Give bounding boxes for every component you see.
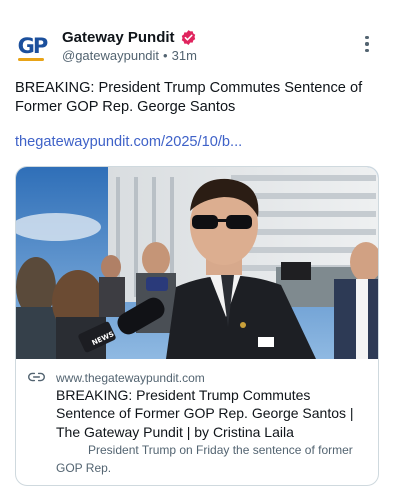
verified-badge-icon — [181, 30, 195, 45]
press-scene-image: NEWS — [16, 167, 378, 359]
card-info[interactable]: www.thegatewaypundit.com BREAKING: Presi… — [16, 359, 378, 485]
link-preview-card[interactable]: NEWS www.thegatewaypundit.com BREAKING: … — [15, 166, 379, 486]
avatar[interactable]: GP — [14, 28, 50, 64]
card-description-text: President Trump on Friday the sentence o… — [56, 443, 353, 475]
separator-dot: • — [163, 48, 168, 63]
link-icon — [28, 372, 45, 382]
more-vertical-icon[interactable] — [359, 34, 375, 54]
timestamp[interactable]: 31m — [172, 48, 197, 63]
post-text: BREAKING: President Trump Commutes Sente… — [15, 80, 363, 115]
display-name[interactable]: Gateway Pundit — [62, 29, 175, 46]
post[interactable]: GP Gateway Pundit @gatewaypundit • 31m B… — [0, 0, 393, 500]
avatar-logo-swoosh — [18, 58, 44, 61]
avatar-logo-text: GP — [17, 34, 49, 58]
name-row: Gateway Pundit — [62, 29, 197, 46]
handle[interactable]: @gatewaypundit — [62, 48, 159, 63]
card-image[interactable]: NEWS — [16, 167, 378, 359]
card-description: President Trump on Friday the sentence o… — [56, 441, 372, 477]
post-header: GP Gateway Pundit @gatewaypundit • 31m — [14, 26, 379, 72]
card-title: BREAKING: President Trump Commutes Sente… — [56, 387, 354, 440]
meta-row: @gatewaypundit • 31m — [62, 48, 197, 63]
post-link[interactable]: thegatewaypundit.com/2025/10/b... — [15, 134, 242, 150]
card-domain: www.thegatewaypundit.com — [56, 371, 205, 385]
